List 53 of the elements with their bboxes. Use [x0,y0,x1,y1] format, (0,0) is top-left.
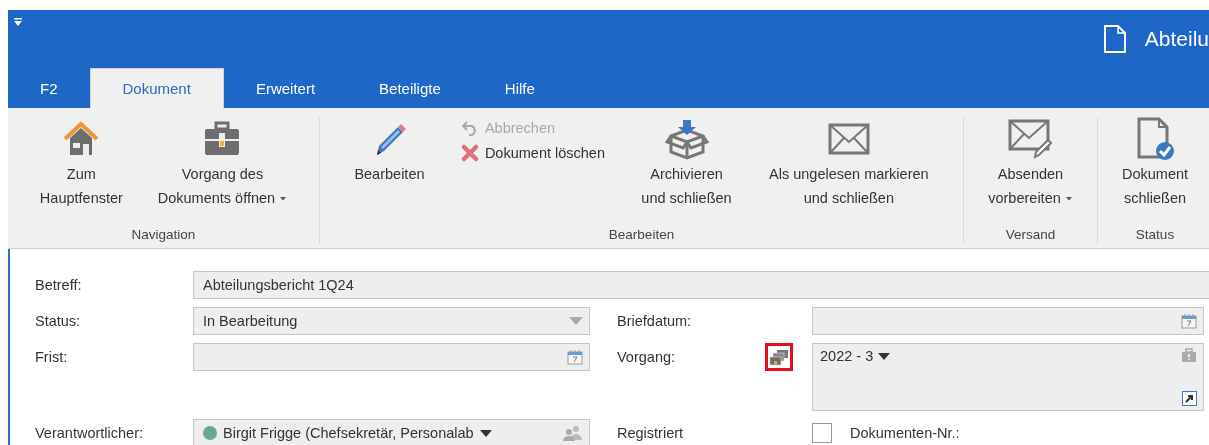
caret-icon [569,317,583,325]
document-icon [1102,24,1127,54]
case-value: 2022 - 3 [820,348,874,364]
delete-icon [460,144,479,162]
field-label: Registriert [617,425,685,441]
window-title: Abteilu [1144,27,1209,51]
ribbon-button[interactable]: Bearbeiten [351,114,428,188]
caret-icon [1064,195,1073,201]
status-dropdown[interactable]: In Bearbeitung [193,307,590,335]
field-label: Briefdatum: [617,313,693,329]
ribbon-tab[interactable]: Beteiligte [347,68,473,108]
caret-icon[interactable] [878,352,891,360]
checkbox[interactable] [812,423,832,443]
field-label: Verantwortlicher: [35,425,144,441]
field-label: Frist: [35,349,69,365]
group-label: Navigation [130,227,197,244]
group-label: Versand [1004,227,1057,244]
ribbon-tab[interactable]: Erweitert [223,68,348,108]
envelope-pen-icon [1008,119,1053,159]
field-label: Status: [35,313,82,329]
ribbon-tab[interactable]: F2 [8,68,90,108]
box-icon [664,118,709,160]
envelope-icon [827,123,870,155]
ribbon-button[interactable]: Dokument löschen [458,142,607,164]
calendar-icon[interactable] [567,349,583,365]
subject-field[interactable]: Abteilungsbericht 1Q24 [193,271,1209,299]
person-dropdown[interactable]: Birgit Frigge (Chefsekretär, Personalab [193,419,590,445]
case-button[interactable] [765,343,793,371]
ribbon-button[interactable]: Absenden vorbereiten [985,114,1076,212]
briefcases-icon [769,348,789,366]
ribbon-button[interactable]: Als ungelesen markieren und schließen [766,114,932,212]
ribbon-button[interactable]: Zum Hauptfenster [36,114,126,212]
ribbon-button[interactable]: Archivieren und schließen [638,114,735,212]
ribbon-tab[interactable]: Dokument [89,68,224,108]
field-label: Dokumenten-Nr.: [850,425,960,441]
group-label: Bearbeiten [607,227,676,244]
caret-icon [279,195,288,201]
calendar-icon[interactable] [1181,313,1197,329]
date-field[interactable] [193,343,590,371]
ribbon-button[interactable]: Dokument schließen [1118,114,1192,212]
case-field[interactable]: 2022 - 3 [812,343,1204,411]
field-label: Betreff: [35,277,83,293]
ribbon-tab[interactable]: Hilfe [472,68,567,108]
briefcase-icon[interactable] [1181,348,1197,363]
ribbon-button[interactable]: Vorgang des Dokuments öffnen [154,114,291,212]
people-icon[interactable] [563,425,583,441]
field-label: Vorgang: [617,349,677,365]
undo-icon [460,120,479,136]
caret-icon [479,429,492,437]
date-field[interactable] [812,307,1204,335]
document-check-icon [1135,117,1175,161]
quick-access-icon[interactable] [13,18,23,27]
group-label: Status [1134,227,1176,244]
